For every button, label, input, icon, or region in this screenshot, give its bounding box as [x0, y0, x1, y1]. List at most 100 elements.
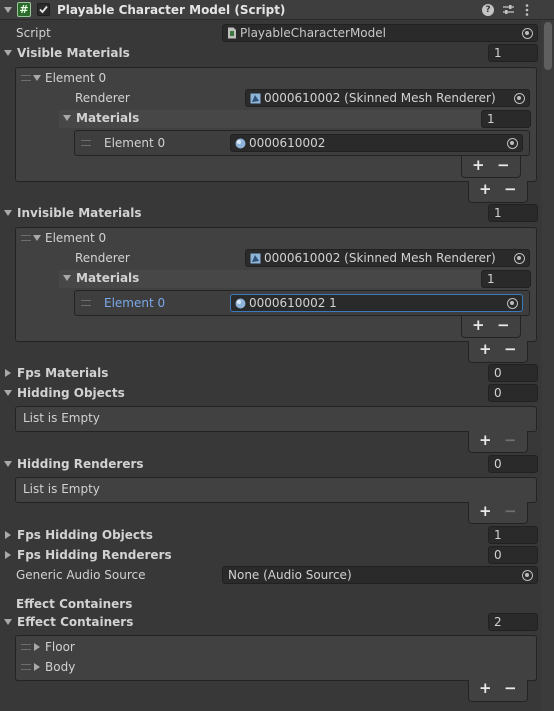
object-picker-icon[interactable]	[507, 298, 518, 309]
materials-size-field[interactable]: 1	[481, 110, 531, 128]
effect-containers-label: Effect Containers	[17, 615, 134, 629]
hidding-objects-size-field[interactable]: 0	[488, 384, 538, 402]
fps-materials-size-field[interactable]: 0	[488, 364, 538, 382]
drag-handle[interactable]	[21, 644, 31, 650]
material-field[interactable]: 0000610002 1	[230, 294, 523, 312]
effect-containers-foldout[interactable]	[4, 619, 12, 625]
effect-containers-header: Effect Containers	[16, 597, 133, 611]
add-element-button[interactable]: +	[479, 679, 492, 697]
object-picker-icon[interactable]	[514, 93, 525, 104]
list-empty-text: List is Empty	[23, 482, 100, 496]
effect-containers-list	[15, 635, 537, 681]
drag-handle[interactable]	[21, 664, 31, 670]
material-icon	[235, 138, 246, 149]
script-label: Script	[16, 26, 51, 40]
remove-element-button[interactable]: −	[504, 502, 517, 520]
material-icon	[235, 298, 246, 309]
remove-element-button[interactable]: −	[504, 340, 517, 358]
visible-materials-footer	[468, 181, 528, 203]
fps-hidding-renderers-foldout[interactable]	[5, 551, 11, 559]
fps-hidding-renderers-size-field[interactable]: 0	[488, 546, 538, 564]
component-enabled-checkbox[interactable]	[37, 3, 50, 16]
scrollbar-thumb[interactable]	[544, 22, 552, 70]
remove-element-button[interactable]: −	[504, 431, 517, 449]
object-picker-icon[interactable]	[522, 28, 533, 39]
fps-hidding-objects-size-field[interactable]: 1	[488, 526, 538, 544]
add-element-button[interactable]: +	[472, 156, 485, 174]
invisible-materials-footer	[468, 341, 528, 363]
add-element-button[interactable]: +	[479, 502, 492, 520]
material-element-label: Element 0	[104, 296, 166, 310]
fps-materials-label: Fps Materials	[17, 366, 109, 380]
drag-handle[interactable]	[81, 300, 91, 306]
drag-handle[interactable]	[21, 235, 31, 241]
effect-containers-footer	[468, 680, 528, 702]
visible-materials-size-field[interactable]: 1	[488, 44, 538, 62]
drag-handle[interactable]	[21, 75, 31, 81]
help-icon[interactable]: ?	[482, 4, 494, 16]
hidding-renderers-label: Hidding Renderers	[17, 457, 144, 471]
materials-label: Materials	[76, 271, 140, 285]
visible-materials-foldout[interactable]	[4, 50, 12, 56]
material-field[interactable]: 0000610002	[230, 134, 523, 152]
renderer-field[interactable]: 0000610002 (Skinned Mesh Renderer)	[245, 89, 530, 107]
renderer-label: Renderer	[75, 91, 130, 105]
invisible-materials-foldout[interactable]	[4, 210, 12, 216]
fps-materials-foldout[interactable]	[5, 369, 11, 377]
script-field[interactable]: PlayableCharacterModel	[222, 24, 538, 42]
visible-materials-label: Visible Materials	[17, 46, 130, 60]
hidding-objects-foldout[interactable]	[4, 390, 12, 396]
add-element-button[interactable]: +	[479, 340, 492, 358]
remove-element-button[interactable]: −	[504, 679, 517, 697]
presets-icon[interactable]	[502, 3, 515, 16]
generic-audio-source-label: Generic Audio Source	[16, 568, 146, 582]
hidding-renderers-size-field[interactable]: 0	[488, 455, 538, 473]
remove-element-button[interactable]: −	[497, 316, 510, 334]
component-title: Playable Character Model (Script)	[57, 3, 286, 17]
element-foldout[interactable]	[34, 643, 40, 651]
hidding-renderers-footer	[468, 502, 528, 524]
object-picker-icon[interactable]	[507, 138, 518, 149]
invisible-materials-label: Invisible Materials	[17, 206, 142, 220]
materials-list-footer	[461, 156, 521, 178]
hidding-renderers-foldout[interactable]	[4, 461, 12, 467]
hidding-objects-footer	[468, 431, 528, 453]
hidding-objects-label: Hidding Objects	[17, 386, 125, 400]
effect-containers-size-field[interactable]: 2	[488, 613, 538, 631]
generic-audio-source-field[interactable]: None (Audio Source)	[222, 566, 538, 584]
effect-container-item[interactable]: Floor	[45, 639, 75, 655]
list-empty-text: List is Empty	[23, 411, 100, 425]
fps-hidding-renderers-label: Fps Hidding Renderers	[17, 548, 172, 562]
script-file-icon	[228, 27, 236, 39]
element-foldout[interactable]	[33, 235, 41, 241]
skinned-mesh-renderer-icon	[250, 253, 261, 264]
materials-list-footer	[461, 316, 521, 338]
object-picker-icon[interactable]	[522, 570, 533, 581]
add-element-button[interactable]: +	[479, 431, 492, 449]
remove-element-button[interactable]: −	[504, 180, 517, 198]
element-foldout[interactable]	[33, 75, 41, 81]
object-picker-icon[interactable]	[514, 253, 525, 264]
invisible-materials-size-field[interactable]: 1	[488, 204, 538, 222]
materials-foldout[interactable]	[63, 275, 71, 281]
fps-hidding-objects-foldout[interactable]	[5, 531, 11, 539]
materials-label: Materials	[76, 111, 140, 125]
renderer-field[interactable]: 0000610002 (Skinned Mesh Renderer)	[245, 249, 530, 267]
materials-size-field[interactable]: 1	[481, 270, 531, 288]
remove-element-button[interactable]: −	[497, 156, 510, 174]
skinned-mesh-renderer-icon	[250, 93, 261, 104]
material-element-label: Element 0	[104, 136, 166, 150]
renderer-label: Renderer	[75, 251, 130, 265]
element-label: Element 0	[45, 71, 107, 85]
drag-handle[interactable]	[81, 140, 91, 146]
more-icon[interactable]	[523, 3, 531, 17]
element-foldout[interactable]	[34, 663, 40, 671]
script-component-icon: #	[17, 2, 31, 17]
component-foldout-arrow[interactable]	[4, 7, 12, 13]
fps-hidding-objects-label: Fps Hidding Objects	[17, 528, 153, 542]
inspector-scrollbar[interactable]	[542, 20, 554, 711]
add-element-button[interactable]: +	[472, 316, 485, 334]
add-element-button[interactable]: +	[479, 180, 492, 198]
materials-foldout[interactable]	[63, 115, 71, 121]
effect-container-item[interactable]: Body	[45, 659, 75, 675]
